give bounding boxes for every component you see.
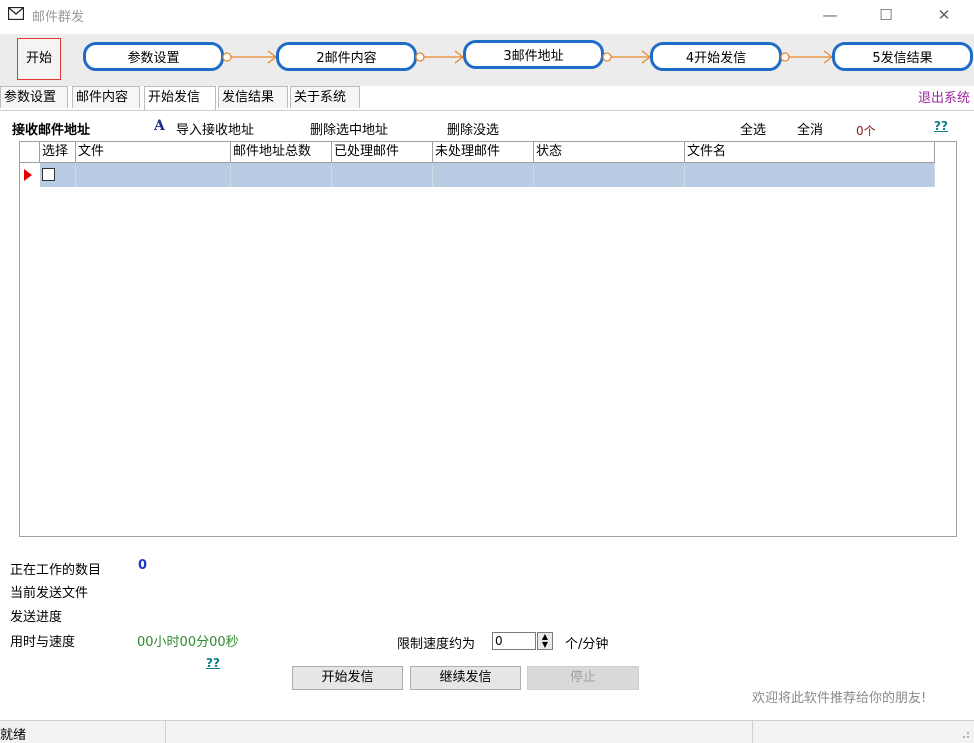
import-addresses-button[interactable]: 导入接收地址 — [176, 119, 254, 138]
speed-limit-label: 限制速度约为 — [397, 637, 476, 652]
tab-about[interactable]: 关于系统 — [290, 86, 360, 108]
resize-grip-icon[interactable] — [958, 727, 970, 739]
current-file-label: 当前发送文件 — [10, 586, 89, 601]
column-header-total[interactable]: 邮件地址总数 — [231, 142, 332, 163]
status-text: 就绪 — [0, 728, 27, 743]
table-cell[interactable] — [534, 163, 685, 187]
recipient-heading: 接收邮件地址 — [12, 123, 91, 138]
progress-label: 发送进度 — [10, 610, 63, 625]
help-link[interactable]: ?? — [934, 119, 948, 133]
help-link-bottom[interactable]: ?? — [206, 656, 220, 670]
table-cell[interactable] — [685, 163, 935, 187]
exit-system-link[interactable]: 退出系统 — [918, 87, 970, 106]
table-row[interactable] — [20, 163, 40, 187]
column-header-file[interactable]: 文件 — [76, 142, 231, 163]
import-icon: A — [154, 118, 165, 134]
envelope-icon — [8, 7, 24, 20]
selected-count: 0个 — [856, 124, 876, 138]
tab-content[interactable]: 邮件内容 — [72, 86, 140, 108]
workflow-arrow-icon — [222, 50, 278, 64]
delete-selected-button[interactable]: 删除选中地址 — [310, 119, 388, 138]
tab-params[interactable]: 参数设置 — [0, 86, 68, 108]
status-divider — [752, 721, 753, 743]
start-send-button[interactable]: 开始发信 — [292, 666, 403, 690]
status-bar: 就绪 — [0, 720, 974, 743]
close-button[interactable]: ✕ — [922, 0, 966, 32]
continue-send-button[interactable]: 继续发信 — [410, 666, 521, 690]
column-header-status[interactable]: 状态 — [534, 142, 685, 163]
row-checkbox[interactable] — [42, 168, 55, 181]
minimize-button[interactable]: — — [808, 0, 852, 32]
speed-limit-input[interactable]: 0 — [492, 632, 536, 650]
select-all-button[interactable]: 全选 — [740, 119, 766, 138]
table-cell[interactable] — [76, 163, 231, 187]
workflow-arrow-icon — [602, 50, 652, 64]
column-header-select[interactable]: 选择 — [40, 142, 76, 163]
status-divider — [165, 721, 166, 743]
workflow-step-params[interactable]: 参数设置 — [83, 42, 224, 71]
table-cell-select[interactable] — [40, 163, 76, 187]
working-count-label: 正在工作的数目 — [10, 563, 102, 578]
current-row-arrow-icon — [24, 169, 32, 181]
table-cell[interactable] — [231, 163, 332, 187]
workflow-step-results[interactable]: 5发信结果 — [832, 42, 973, 71]
address-table[interactable]: 选择 文件 邮件地址总数 已处理邮件 未处理邮件 状态 文件名 — [19, 141, 957, 537]
stop-button[interactable]: 停止 — [527, 666, 639, 690]
speed-unit-label: 个/分钟 — [565, 637, 609, 652]
working-count-value: 0 — [138, 558, 148, 573]
workflow-start-button[interactable]: 开始 — [17, 38, 61, 80]
column-header-processed[interactable]: 已处理邮件 — [332, 142, 433, 163]
workflow-step-content[interactable]: 2邮件内容 — [276, 42, 417, 71]
recommend-text: 欢迎将此软件推荐给你的朋友! — [752, 691, 927, 706]
workflow-step-send[interactable]: 4开始发信 — [650, 42, 782, 71]
elapsed-time-value: 00小时00分00秒 — [137, 635, 239, 650]
deselect-all-button[interactable]: 全消 — [797, 119, 823, 138]
tab-send[interactable]: 开始发信 — [144, 86, 216, 110]
maximize-button[interactable]: ☐ — [864, 0, 908, 32]
workflow-arrow-icon — [415, 50, 465, 64]
workflow-step-addresses[interactable]: 3邮件地址 — [463, 40, 604, 69]
table-cell[interactable] — [332, 163, 433, 187]
workflow-arrow-icon — [780, 50, 834, 64]
delete-unselected-button[interactable]: 删除没选 — [447, 119, 499, 138]
tab-results[interactable]: 发信结果 — [218, 86, 288, 108]
window-title: 邮件群发 — [32, 10, 85, 25]
column-header-unprocessed[interactable]: 未处理邮件 — [433, 142, 534, 163]
time-speed-label: 用时与速度 — [10, 635, 76, 650]
row-indicator-header — [20, 142, 40, 163]
speed-spinner-icon[interactable]: ▲ ▼ — [537, 632, 553, 650]
table-cell[interactable] — [433, 163, 534, 187]
column-header-filename[interactable]: 文件名 — [685, 142, 935, 163]
